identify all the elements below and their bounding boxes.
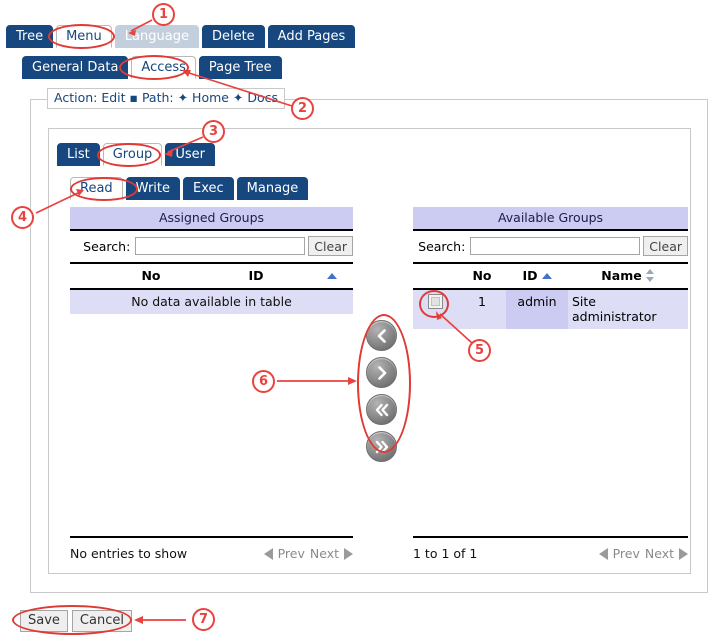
highlight-ellipse-menu xyxy=(48,24,115,49)
annotation-lines xyxy=(35,19,473,624)
annotation-badge-2: 2 xyxy=(291,97,314,120)
annotation-badge-5: 5 xyxy=(468,339,491,362)
highlight-ellipse-read xyxy=(70,177,138,201)
annotation-badge-4: 4 xyxy=(11,206,34,229)
annotation-badge-7: 7 xyxy=(192,608,215,631)
highlight-ellipse-arrows xyxy=(357,314,411,453)
annotation-badge-1: 1 xyxy=(152,3,175,26)
highlight-ellipse-access xyxy=(119,55,189,80)
annotation-badge-6: 6 xyxy=(252,370,275,393)
highlight-ellipse-form-actions xyxy=(12,605,132,635)
highlight-ellipse-group xyxy=(97,143,161,167)
annotation-badge-3: 3 xyxy=(202,120,225,143)
highlight-ellipse-checkbox xyxy=(419,290,449,318)
